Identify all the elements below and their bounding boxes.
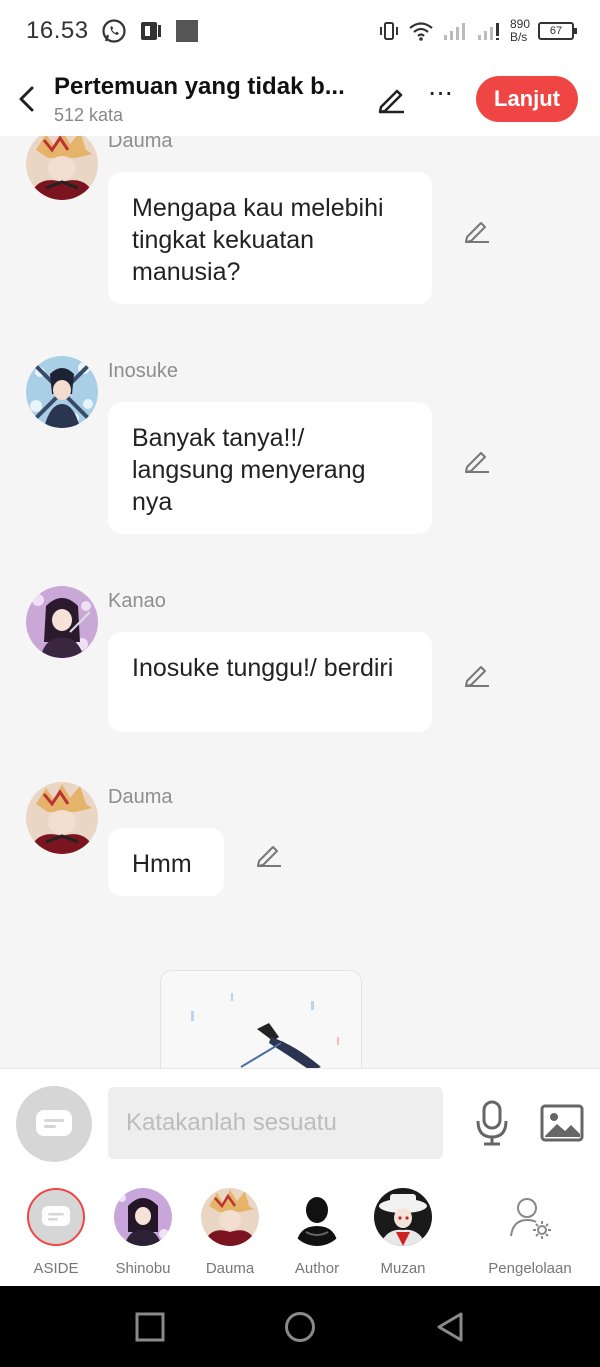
message-bubble[interactable]: Banyak tanya!!/ langsung menyerang nya xyxy=(108,402,432,534)
header: Pertemuan yang tidak b... 512 kata ··· L… xyxy=(0,62,600,136)
edit-message-icon[interactable] xyxy=(462,216,492,246)
manage-avatar xyxy=(501,1188,559,1246)
avatar xyxy=(201,1188,259,1246)
signal-icon-2 xyxy=(477,23,499,40)
aside-icon xyxy=(36,1110,72,1136)
page-title: Pertemuan yang tidak b... xyxy=(54,72,345,100)
title-wrap: Pertemuan yang tidak b... 512 kata xyxy=(54,73,364,126)
pencil-icon xyxy=(378,89,404,114)
image-message[interactable] xyxy=(160,970,362,1068)
edit-title-button[interactable] xyxy=(372,79,412,119)
battery-level: 67 xyxy=(549,25,563,37)
word-count: 512 kata xyxy=(54,104,124,125)
edit-message-icon[interactable] xyxy=(254,840,284,870)
status-bar: 16.53 890 B/s 67 xyxy=(0,0,600,62)
back-icon xyxy=(19,86,34,112)
next-button[interactable]: Lanjut xyxy=(476,76,578,122)
more-icon: ··· xyxy=(427,76,454,107)
back-nav-icon[interactable] xyxy=(433,1310,467,1344)
message-input[interactable] xyxy=(108,1087,443,1159)
wifi-icon xyxy=(409,22,433,41)
whatsapp-icon xyxy=(101,19,126,43)
character-dauma[interactable]: Dauma xyxy=(190,1188,270,1277)
character-label: ASIDE xyxy=(33,1260,79,1277)
character-label: Dauma xyxy=(205,1260,255,1277)
mic-icon[interactable] xyxy=(472,1099,512,1147)
aside-icon xyxy=(42,1206,70,1226)
character-label: Muzan xyxy=(380,1260,426,1277)
status-left-icons xyxy=(101,18,199,44)
manage-icon xyxy=(510,1198,551,1239)
battery-icon: 67 xyxy=(538,22,577,40)
avatar xyxy=(288,1188,346,1246)
aside-toggle-button[interactable] xyxy=(16,1086,92,1162)
net-speed: 890 B/s xyxy=(510,18,530,44)
message-bubble[interactable]: Inosuke tunggu!/ berdiri xyxy=(108,632,432,732)
more-button[interactable]: ··· xyxy=(420,76,460,119)
vibrate-icon xyxy=(379,22,398,40)
avatar xyxy=(114,1188,172,1246)
sender-name: Dauma xyxy=(108,786,173,808)
character-label: Author xyxy=(294,1260,340,1277)
net-speed-unit: B/s xyxy=(509,30,528,44)
character-shinobu[interactable]: Shinobu xyxy=(103,1188,183,1277)
edit-message-icon[interactable] xyxy=(462,446,492,476)
character-bar: ASIDE Shinobu Dauma Author Muzan Pengelo… xyxy=(0,1178,600,1286)
avatar xyxy=(374,1188,432,1246)
sender-name: Dauma xyxy=(108,136,173,152)
gallery-notification-icon xyxy=(175,20,198,42)
aside-avatar xyxy=(27,1188,85,1246)
recent-apps-icon[interactable] xyxy=(133,1310,167,1344)
message-bubble[interactable]: Hmm xyxy=(108,828,224,896)
status-time: 16.53 xyxy=(26,17,89,44)
character-aside[interactable]: ASIDE xyxy=(16,1188,96,1277)
manage-characters[interactable]: Pengelolaan xyxy=(488,1188,572,1277)
home-icon[interactable] xyxy=(283,1310,317,1344)
sender-name: Kanao xyxy=(108,590,166,612)
avatar[interactable] xyxy=(26,782,98,854)
input-bar xyxy=(0,1068,600,1178)
avatar[interactable] xyxy=(26,136,98,200)
status-right: 890 B/s 67 xyxy=(378,18,577,44)
app-notification-icon xyxy=(140,22,161,40)
chat-area[interactable]: Dauma Mengapa kau melebihi tingkat kekua… xyxy=(0,136,600,1068)
character-label: Pengelolaan xyxy=(488,1260,572,1277)
character-author[interactable]: Author xyxy=(277,1188,357,1277)
sender-name: Inosuke xyxy=(108,360,179,382)
message-bubble[interactable]: Mengapa kau melebihi tingkat kekuatan ma… xyxy=(108,172,432,304)
avatar[interactable] xyxy=(26,356,98,428)
system-nav-bar xyxy=(0,1286,600,1367)
back-button[interactable] xyxy=(0,62,54,136)
story-image xyxy=(161,971,361,1068)
edit-message-icon[interactable] xyxy=(462,660,492,690)
avatar[interactable] xyxy=(26,586,98,658)
signal-icon-1 xyxy=(443,23,465,40)
character-label: Shinobu xyxy=(115,1260,171,1277)
character-muzan[interactable]: Muzan xyxy=(363,1188,443,1277)
image-icon[interactable] xyxy=(540,1103,584,1143)
